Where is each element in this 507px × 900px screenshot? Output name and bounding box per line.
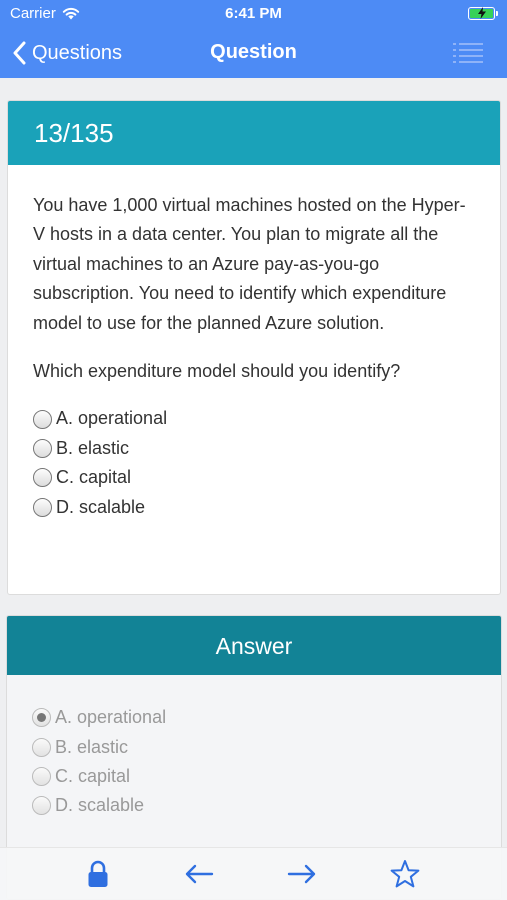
question-body: You have 1,000 virtual machines hosted o…	[8, 165, 500, 522]
radio-button[interactable]	[33, 468, 52, 488]
question-counter: 13/135	[8, 101, 500, 165]
answer-option-c: C. capital	[32, 762, 475, 791]
status-time: 6:41 PM	[225, 5, 282, 22]
option-label: C. capital	[56, 467, 132, 488]
back-button-label: Questions	[32, 41, 123, 64]
option-a[interactable]: A. operational	[33, 404, 474, 433]
previous-button[interactable]	[183, 858, 215, 890]
status-bar: Carrier 6:41 PM	[0, 0, 507, 28]
answer-option-a: A. operational	[32, 703, 475, 732]
back-button[interactable]: Questions	[12, 38, 122, 68]
option-c[interactable]: C. capital	[33, 463, 474, 492]
favorite-button[interactable]	[389, 858, 421, 890]
option-label: D. scalable	[56, 496, 146, 517]
answer-options: A. operational B. elastic C. capital D. …	[7, 675, 501, 821]
radio-button[interactable]	[33, 497, 52, 517]
answer-option-b: B. elastic	[32, 732, 475, 761]
radio-button[interactable]	[33, 439, 52, 459]
option-b[interactable]: B. elastic	[33, 434, 474, 463]
answer-title: Answer	[7, 616, 501, 675]
battery-icon	[468, 7, 498, 20]
list-icon[interactable]	[453, 41, 483, 65]
radio-button-selected	[32, 708, 51, 728]
radio-button	[32, 796, 51, 816]
answer-options: A. operational B. elastic C. capital D. …	[33, 404, 474, 522]
answer-option-d: D. scalable	[32, 791, 475, 820]
navigation-bar: Questions Question	[0, 28, 507, 78]
arrow-left-icon	[185, 864, 214, 884]
question-prompt: Which expenditure model should you ident…	[33, 361, 401, 382]
lock-icon	[88, 860, 108, 887]
option-label: A. operational	[56, 408, 168, 429]
chevron-left-icon	[13, 41, 26, 65]
answer-option-label: D. scalable	[55, 795, 145, 816]
question-text: You have 1,000 virtual machines hosted o…	[33, 195, 466, 333]
radio-button	[32, 737, 51, 757]
answer-option-label: B. elastic	[55, 736, 129, 757]
question-card: 13/135 You have 1,000 virtual machines h…	[7, 100, 501, 595]
answer-option-label: C. capital	[55, 765, 131, 786]
star-icon	[390, 860, 420, 888]
radio-button	[32, 766, 51, 786]
bottom-toolbar	[0, 847, 507, 900]
arrow-right-icon	[287, 864, 316, 884]
radio-button[interactable]	[33, 409, 52, 429]
answer-option-label: A. operational	[55, 707, 167, 728]
next-button[interactable]	[286, 858, 318, 890]
option-label: B. elastic	[56, 437, 130, 458]
option-d[interactable]: D. scalable	[33, 493, 474, 522]
charging-bolt-icon	[478, 7, 486, 19]
lock-button[interactable]	[82, 858, 114, 890]
